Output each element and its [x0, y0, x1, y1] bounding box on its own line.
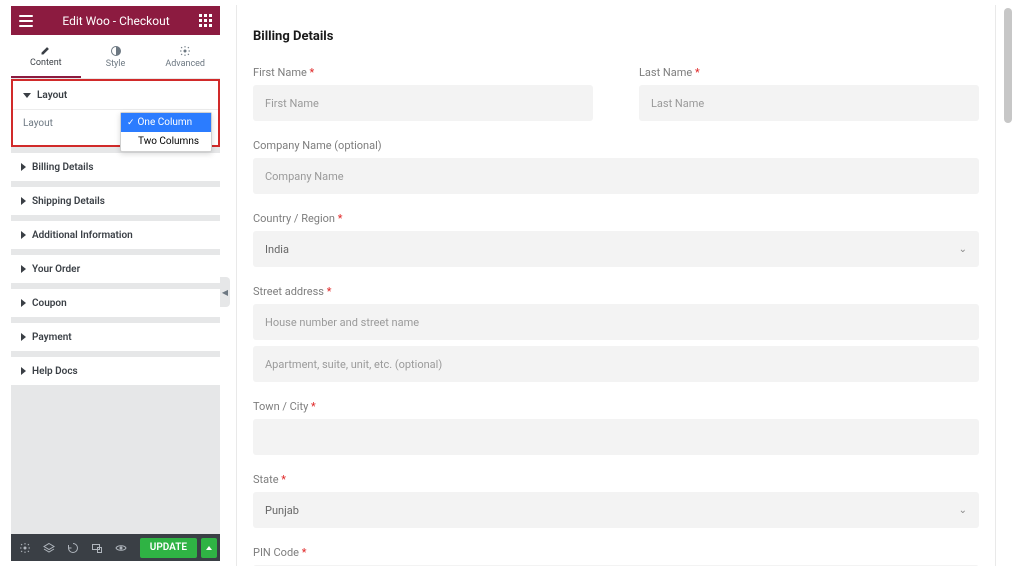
- dropdown-option-two-columns[interactable]: Two Columns: [121, 132, 211, 151]
- panel-title: Edit Woo - Checkout: [62, 14, 169, 28]
- tab-advanced[interactable]: Advanced: [150, 35, 220, 78]
- section-payment-label: Payment: [32, 332, 72, 343]
- street-label: Street address *: [253, 285, 979, 298]
- apps-icon[interactable]: [199, 14, 212, 27]
- country-label: Country / Region *: [253, 212, 979, 225]
- settings-button[interactable]: [14, 537, 36, 559]
- city-input[interactable]: [253, 419, 979, 455]
- section-billing-label: Billing Details: [32, 162, 93, 173]
- responsive-button[interactable]: [86, 537, 108, 559]
- last-name-input[interactable]: [639, 85, 979, 121]
- menu-icon[interactable]: [19, 15, 33, 27]
- street-address-2-input[interactable]: [253, 346, 979, 382]
- company-label: Company Name (optional): [253, 139, 979, 152]
- chevron-right-icon: [21, 197, 26, 205]
- gear-icon: [19, 542, 31, 554]
- pencil-icon: [40, 44, 52, 56]
- last-name-label: Last Name *: [639, 66, 979, 79]
- layout-control-label: Layout: [23, 118, 53, 129]
- pin-input[interactable]: [253, 565, 979, 566]
- gear-icon: [179, 45, 191, 57]
- eye-icon: [115, 542, 127, 554]
- section-shipping-label: Shipping Details: [32, 196, 105, 207]
- update-button[interactable]: UPDATE: [140, 538, 197, 558]
- chevron-right-icon: [21, 333, 26, 341]
- pin-label: PIN Code *: [253, 546, 979, 559]
- style-icon: [110, 45, 122, 57]
- chevron-down-icon: [23, 93, 31, 98]
- dropdown-option-two-label: Two Columns: [127, 136, 199, 147]
- section-coupon[interactable]: Coupon: [11, 289, 220, 317]
- tab-content-label: Content: [30, 58, 62, 68]
- street-address-1-input[interactable]: [253, 304, 979, 340]
- layout-dropdown[interactable]: ✓ One Column Two Columns: [120, 112, 212, 152]
- section-coupon-label: Coupon: [32, 298, 67, 309]
- country-value: India: [265, 243, 289, 256]
- chevron-right-icon: [21, 163, 26, 171]
- tab-style-label: Style: [106, 59, 126, 69]
- layout-section-highlight: Layout Layout ✓ One Column Two Columns: [11, 79, 220, 147]
- country-select[interactable]: India ⌄: [253, 231, 979, 267]
- layers-icon: [43, 542, 55, 554]
- history-icon: [67, 542, 79, 554]
- state-label: State *: [253, 473, 979, 486]
- section-layout-label: Layout: [37, 90, 67, 101]
- chevron-right-icon: [21, 299, 26, 307]
- section-layout[interactable]: Layout: [13, 81, 218, 109]
- dropdown-option-one-label: One Column: [138, 117, 193, 128]
- navigator-button[interactable]: [38, 537, 60, 559]
- city-label: Town / City *: [253, 400, 979, 413]
- tab-advanced-label: Advanced: [165, 59, 205, 69]
- history-button[interactable]: [62, 537, 84, 559]
- chevron-down-icon: ⌄: [959, 244, 967, 255]
- section-your-order[interactable]: Your Order: [11, 255, 220, 283]
- update-options-button[interactable]: [201, 538, 217, 558]
- editor-sidebar: Edit Woo - Checkout Content Style Advanc…: [11, 6, 220, 561]
- responsive-icon: [91, 542, 103, 554]
- editor-tabs: Content Style Advanced: [11, 35, 220, 79]
- collapse-sidebar-handle[interactable]: ◀: [220, 277, 230, 307]
- first-name-input[interactable]: [253, 85, 593, 121]
- section-billing-details[interactable]: Billing Details: [11, 153, 220, 181]
- chevron-right-icon: [21, 231, 26, 239]
- state-value: Punjab: [265, 504, 299, 517]
- layout-control-row: Layout ✓ One Column Two Columns: [13, 110, 218, 145]
- state-select[interactable]: Punjab ⌄: [253, 492, 979, 528]
- chevron-right-icon: [21, 367, 26, 375]
- sidebar-header: Edit Woo - Checkout: [11, 6, 220, 35]
- section-shipping-details[interactable]: Shipping Details: [11, 187, 220, 215]
- preview-button[interactable]: [110, 537, 132, 559]
- section-payment[interactable]: Payment: [11, 323, 220, 351]
- check-icon: ✓: [127, 118, 135, 128]
- update-button-label: UPDATE: [150, 542, 187, 553]
- sections-list: Layout Layout ✓ One Column Two Columns: [11, 79, 220, 534]
- section-help-docs[interactable]: Help Docs: [11, 357, 220, 385]
- section-order-label: Your Order: [32, 264, 80, 275]
- preview-area: Billing Details First Name * Last Name *…: [236, 5, 996, 566]
- section-additional-information[interactable]: Additional Information: [11, 221, 220, 249]
- chevron-right-icon: [21, 265, 26, 273]
- company-input[interactable]: [253, 158, 979, 194]
- first-name-label: First Name *: [253, 66, 593, 79]
- chevron-down-icon: ⌄: [959, 505, 967, 516]
- page-scrollbar[interactable]: [1004, 8, 1012, 123]
- section-additional-label: Additional Information: [32, 230, 133, 241]
- dropdown-option-one-column[interactable]: ✓ One Column: [121, 113, 211, 132]
- section-help-label: Help Docs: [32, 366, 78, 377]
- sidebar-footer: UPDATE: [11, 534, 220, 561]
- tab-style[interactable]: Style: [81, 35, 151, 78]
- tab-content[interactable]: Content: [11, 35, 81, 78]
- form-title: Billing Details: [253, 29, 979, 44]
